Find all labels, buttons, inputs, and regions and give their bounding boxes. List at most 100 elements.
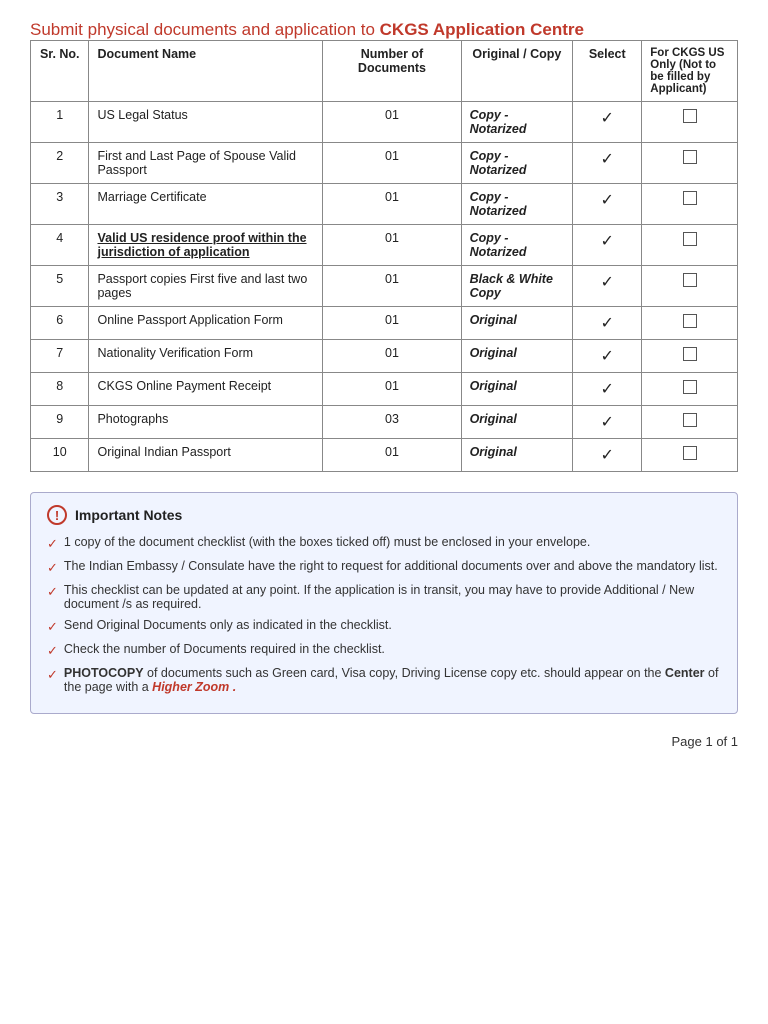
cell-numdocs: 01 [323, 340, 461, 373]
cell-ckgs[interactable] [642, 266, 738, 307]
cell-origcopy: Copy - Notarized [461, 225, 573, 266]
cell-srno: 2 [31, 143, 89, 184]
cell-select: ✓ [573, 225, 642, 266]
checkmark-icon: ✓ [601, 348, 614, 365]
cell-docname: US Legal Status [89, 102, 323, 143]
table-row: 8CKGS Online Payment Receipt01Original✓ [31, 373, 738, 406]
note-item-1: ✓ 1 copy of the document checklist (with… [47, 535, 721, 552]
cell-ckgs[interactable] [642, 307, 738, 340]
page-footer: Page 1 of 1 [30, 734, 738, 749]
cell-docname: Nationality Verification Form [89, 340, 323, 373]
note-check-icon-4: ✓ [47, 619, 58, 635]
page-title: Submit physical documents and applicatio… [30, 20, 738, 40]
cell-ckgs[interactable] [642, 406, 738, 439]
note-text-3: This checklist can be updated at any poi… [64, 583, 721, 611]
cell-srno: 1 [31, 102, 89, 143]
note-check-icon-2: ✓ [47, 560, 58, 576]
table-row: 4Valid US residence proof within the jur… [31, 225, 738, 266]
header-ckgs: For CKGS US Only (Not to be filled by Ap… [642, 41, 738, 102]
cell-ckgs[interactable] [642, 373, 738, 406]
checkmark-icon: ✓ [601, 151, 614, 168]
cell-srno: 10 [31, 439, 89, 472]
cell-origcopy: Original [461, 373, 573, 406]
cell-select: ✓ [573, 439, 642, 472]
cell-ckgs[interactable] [642, 102, 738, 143]
checkmark-icon: ✓ [601, 315, 614, 332]
checkmark-icon: ✓ [601, 447, 614, 464]
note-item-5: ✓ Check the number of Documents required… [47, 642, 721, 659]
cell-docname: Marriage Certificate [89, 184, 323, 225]
cell-numdocs: 01 [323, 225, 461, 266]
cell-ckgs[interactable] [642, 184, 738, 225]
header-numdocs: Number of Documents [323, 41, 461, 102]
cell-origcopy: Original [461, 307, 573, 340]
cell-srno: 7 [31, 340, 89, 373]
cell-docname: First and Last Page of Spouse Valid Pass… [89, 143, 323, 184]
cell-select: ✓ [573, 143, 642, 184]
ckgs-checkbox[interactable] [683, 446, 697, 460]
exclamation-icon: ! [47, 505, 67, 525]
title-prefix: Submit physical documents and applicatio… [30, 20, 380, 39]
table-row: 7Nationality Verification Form01Original… [31, 340, 738, 373]
cell-ckgs[interactable] [642, 143, 738, 184]
note-item-6: ✓ PHOTOCOPY of documents such as Green c… [47, 666, 721, 694]
table-row: 5Passport copies First five and last two… [31, 266, 738, 307]
cell-ckgs[interactable] [642, 439, 738, 472]
cell-origcopy: Copy - Notarized [461, 143, 573, 184]
header-srno: Sr. No. [31, 41, 89, 102]
cell-srno: 3 [31, 184, 89, 225]
cell-origcopy: Original [461, 340, 573, 373]
note-text-1: 1 copy of the document checklist (with t… [64, 535, 590, 549]
documents-table: Sr. No. Document Name Number of Document… [30, 40, 738, 472]
cell-numdocs: 01 [323, 143, 461, 184]
cell-ckgs[interactable] [642, 225, 738, 266]
cell-ckgs[interactable] [642, 340, 738, 373]
cell-origcopy: Copy - Notarized [461, 184, 573, 225]
cell-select: ✓ [573, 406, 642, 439]
ckgs-checkbox[interactable] [683, 347, 697, 361]
table-row: 9Photographs03Original✓ [31, 406, 738, 439]
cell-numdocs: 01 [323, 102, 461, 143]
ckgs-checkbox[interactable] [683, 314, 697, 328]
note-item-4: ✓ Send Original Documents only as indica… [47, 618, 721, 635]
cell-select: ✓ [573, 373, 642, 406]
header-select: Select [573, 41, 642, 102]
cell-srno: 4 [31, 225, 89, 266]
cell-docname: Valid US residence proof within the juri… [89, 225, 323, 266]
ckgs-checkbox[interactable] [683, 413, 697, 427]
table-row: 2First and Last Page of Spouse Valid Pas… [31, 143, 738, 184]
checkmark-icon: ✓ [601, 274, 614, 291]
cell-select: ✓ [573, 184, 642, 225]
title-highlight: CKGS Application Centre [380, 20, 584, 39]
cell-srno: 6 [31, 307, 89, 340]
ckgs-checkbox[interactable] [683, 232, 697, 246]
header-docname: Document Name [89, 41, 323, 102]
table-row: 6Online Passport Application Form01Origi… [31, 307, 738, 340]
cell-numdocs: 01 [323, 439, 461, 472]
note-text-5: Check the number of Documents required i… [64, 642, 385, 656]
ckgs-checkbox[interactable] [683, 150, 697, 164]
cell-select: ✓ [573, 307, 642, 340]
cell-docname: Original Indian Passport [89, 439, 323, 472]
cell-origcopy: Black & White Copy [461, 266, 573, 307]
cell-numdocs: 01 [323, 184, 461, 225]
table-row: 1US Legal Status01Copy - Notarized✓ [31, 102, 738, 143]
cell-docname: Online Passport Application Form [89, 307, 323, 340]
cell-select: ✓ [573, 102, 642, 143]
note-check-icon-6: ✓ [47, 667, 58, 683]
important-notes-header: ! Important Notes [47, 505, 721, 525]
ckgs-checkbox[interactable] [683, 109, 697, 123]
ckgs-checkbox[interactable] [683, 191, 697, 205]
ckgs-checkbox[interactable] [683, 273, 697, 287]
note-item-3: ✓ This checklist can be updated at any p… [47, 583, 721, 611]
cell-docname: CKGS Online Payment Receipt [89, 373, 323, 406]
cell-select: ✓ [573, 340, 642, 373]
cell-origcopy: Original [461, 439, 573, 472]
cell-docname: Photographs [89, 406, 323, 439]
table-row: 10Original Indian Passport01Original ✓ [31, 439, 738, 472]
ckgs-checkbox[interactable] [683, 380, 697, 394]
cell-srno: 9 [31, 406, 89, 439]
important-notes-title-text: Important Notes [75, 507, 182, 523]
note-text-4: Send Original Documents only as indicate… [64, 618, 392, 632]
cell-numdocs: 01 [323, 373, 461, 406]
